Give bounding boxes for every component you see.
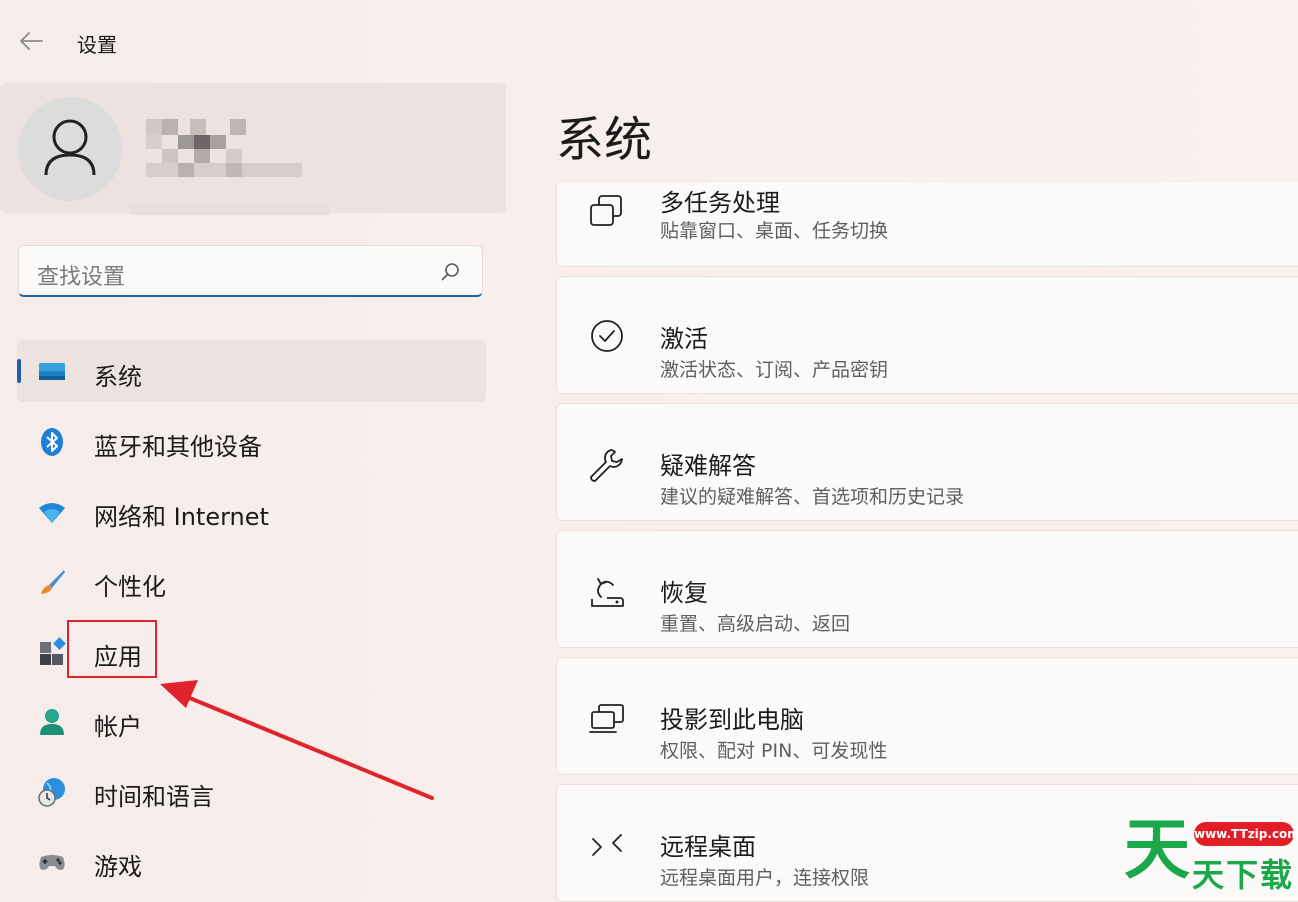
card-title: 多任务处理	[660, 189, 780, 217]
watermark-url: www.TTzip.com	[1194, 822, 1298, 846]
account-icon	[40, 709, 64, 735]
sidebar-item-network[interactable]: 网络和 Internet	[17, 480, 486, 542]
watermark-text: 天下载	[1192, 856, 1295, 894]
card-title: 恢复	[660, 579, 708, 607]
apps-icon	[40, 637, 66, 665]
settings-card-project-to-pc[interactable]: 投影到此电脑 权限、配对 PIN、可发现性	[556, 657, 1298, 775]
settings-card-troubleshoot[interactable]: 疑难解答 建议的疑难解答、首选项和历史记录	[556, 403, 1298, 521]
person-icon	[44, 119, 96, 176]
settings-card-activation[interactable]: 激活 激活状态、订阅、产品密钥	[556, 276, 1298, 394]
sidebar-item-label: 个性化	[94, 573, 166, 601]
sidebar-item-gaming[interactable]: 游戏	[17, 830, 486, 892]
active-indicator	[17, 359, 21, 383]
brush-icon	[41, 570, 65, 594]
card-subtitle: 重置、高级启动、返回	[660, 613, 851, 635]
sidebar-item-label: 网络和 Internet	[94, 503, 269, 531]
sidebar-item-bluetooth[interactable]: 蓝牙和其他设备	[17, 410, 486, 472]
sidebar-item-label: 系统	[94, 363, 142, 391]
sidebar-item-personalization[interactable]: 个性化	[17, 550, 486, 612]
card-subtitle: 贴靠窗口、桌面、任务切换	[660, 220, 889, 242]
system-icon	[39, 363, 65, 380]
card-title: 远程桌面	[660, 833, 756, 861]
search-placeholder: 查找设置	[37, 265, 126, 290]
remote-desktop-icon	[592, 834, 622, 856]
sidebar-item-label: 蓝牙和其他设备	[94, 433, 262, 461]
wifi-icon	[39, 503, 65, 523]
back-arrow-icon[interactable]	[18, 28, 44, 54]
card-title: 疑难解答	[660, 452, 756, 480]
card-title: 投影到此电脑	[660, 706, 804, 734]
avatar	[18, 97, 122, 201]
sidebar-item-label: 帐户	[94, 713, 142, 741]
title-bar: 设置	[0, 0, 1298, 80]
card-subtitle: 权限、配对 PIN、可发现性	[660, 740, 888, 762]
gamepad-icon	[39, 855, 65, 870]
card-subtitle: 激活状态、订阅、产品密钥	[660, 359, 889, 381]
user-profile[interactable]	[0, 83, 506, 215]
recovery-icon	[591, 578, 624, 607]
multitask-icon	[590, 195, 622, 226]
sidebar-item-label: 游戏	[94, 853, 142, 881]
sidebar-item-system[interactable]: 系统	[17, 340, 486, 402]
annotation-arrow	[160, 680, 434, 800]
annotation-highlight-box	[67, 620, 157, 678]
settings-card-recovery[interactable]: 恢复 重置、高级启动、返回	[556, 530, 1298, 648]
card-title: 激活	[660, 325, 708, 353]
wrench-icon	[590, 449, 623, 482]
site-watermark: 天 www.TTzip.com 天下载	[1122, 811, 1298, 895]
watermark-logo-char: 天	[1124, 811, 1190, 888]
page-title: 系统	[556, 112, 653, 168]
clock-globe-icon	[38, 778, 65, 807]
bluetooth-icon	[41, 428, 63, 456]
card-subtitle: 远程桌面用户，连接权限	[660, 867, 870, 889]
app-title: 设置	[77, 33, 117, 57]
search-input[interactable]: 查找设置	[18, 245, 483, 297]
settings-card-multitasking[interactable]: 多任务处理 贴靠窗口、桌面、任务切换	[556, 183, 1298, 267]
card-subtitle: 建议的疑难解答、首选项和历史记录	[660, 486, 965, 508]
search-icon[interactable]	[440, 261, 462, 283]
project-icon	[589, 704, 624, 733]
check-circle-icon	[591, 320, 623, 352]
